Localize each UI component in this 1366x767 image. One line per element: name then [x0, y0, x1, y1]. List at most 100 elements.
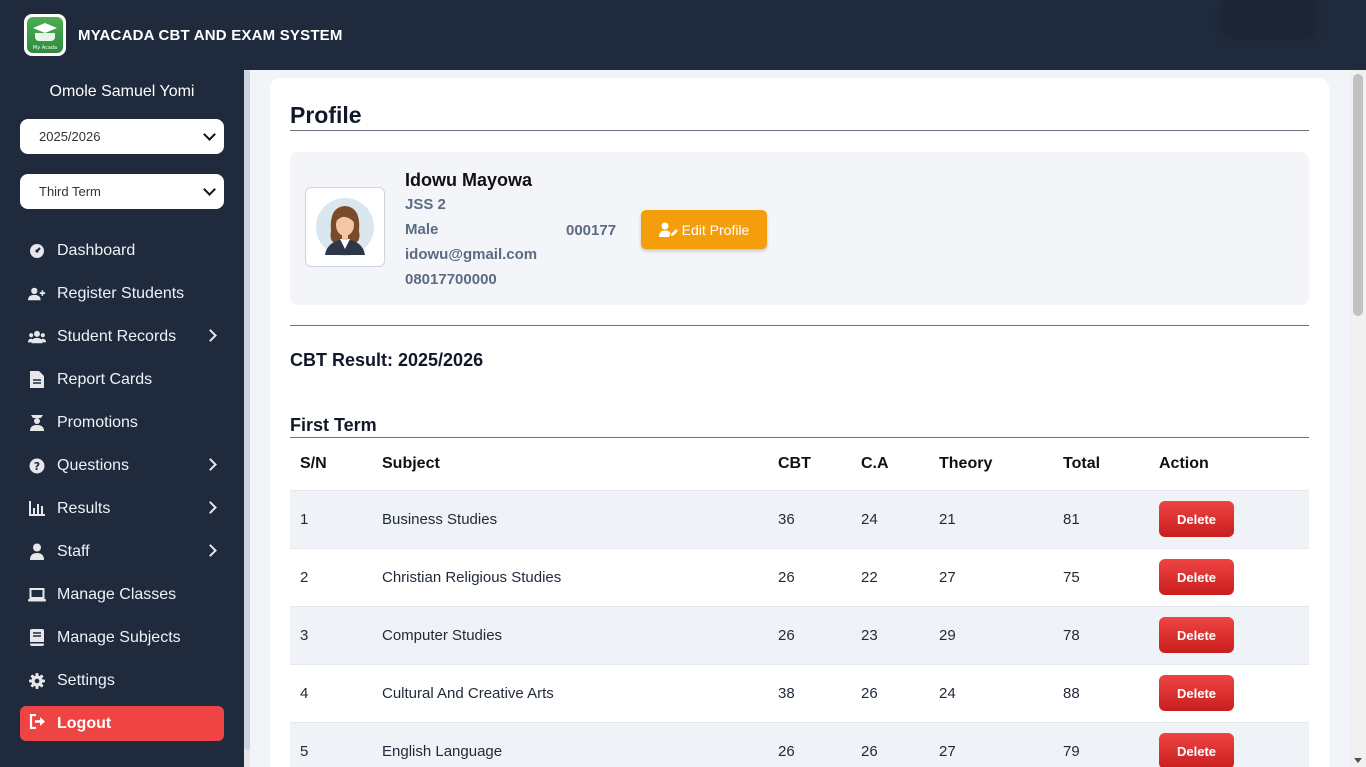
top-bar: My Acada MYACADA CBT AND EXAM SYSTEM	[0, 0, 1366, 70]
sidebar-item-label: Manage Subjects	[57, 628, 181, 646]
dashboard-icon	[28, 242, 46, 260]
student-class: JSS 2	[405, 196, 446, 213]
cell-action: Delete	[1149, 547, 1309, 606]
sidebar-scrollbar[interactable]	[244, 70, 250, 767]
header-user-button[interactable]	[1224, 2, 1314, 36]
sidebar-item-report-cards[interactable]: Report Cards	[20, 358, 224, 401]
student-id: 000177	[566, 222, 617, 239]
page-title: Profile	[290, 102, 362, 128]
title-divider	[290, 130, 1309, 131]
cell-sn: 3	[290, 605, 372, 664]
chevron-right-icon	[204, 329, 217, 342]
edit-profile-button[interactable]: Edit Profile	[641, 210, 767, 249]
cell-total: 75	[1053, 547, 1149, 606]
cell-ca: 23	[851, 605, 929, 664]
sidebar-item-results[interactable]: Results	[20, 487, 224, 530]
sidebar-item-dashboard[interactable]: Dashboard	[20, 229, 224, 272]
table-row: 4 Cultural And Creative Arts 38 26 24 88…	[290, 663, 1309, 722]
logout-label: Logout	[57, 714, 112, 732]
cell-cbt: 26	[768, 605, 851, 664]
cell-subject: English Language	[372, 721, 768, 767]
chevron-right-icon	[204, 501, 217, 514]
sidebar-item-label: Register Students	[57, 284, 185, 302]
question-icon: ?	[28, 457, 46, 475]
sidebar-nav: Dashboard Register Students Student Reco…	[20, 229, 224, 702]
delete-button[interactable]: Delete	[1159, 559, 1234, 595]
term-select-value: Third Term	[39, 184, 101, 199]
column-header: Theory	[939, 454, 993, 472]
sidebar-item-settings[interactable]: Settings	[20, 659, 224, 702]
term-title: First Term	[290, 415, 377, 435]
avatar-icon	[316, 198, 374, 256]
gear-icon	[28, 672, 46, 690]
cell-total: 79	[1053, 721, 1149, 767]
session-select[interactable]: 2025/2026	[20, 119, 224, 154]
cell-theory: 27	[929, 547, 1053, 606]
sidebar-item-label: Staff	[57, 542, 90, 560]
scrollbar-thumb[interactable]	[1353, 74, 1363, 316]
session-select-value: 2025/2026	[39, 129, 101, 144]
cell-action: Delete	[1149, 721, 1309, 767]
sidebar-item-staff[interactable]: Staff	[20, 530, 224, 573]
logout-button[interactable]: Logout	[20, 706, 224, 741]
app-logo[interactable]: My Acada	[24, 14, 66, 56]
term-select[interactable]: Third Term	[20, 174, 224, 209]
app-title: MYACADA CBT AND EXAM SYSTEM	[78, 26, 343, 44]
delete-button[interactable]: Delete	[1159, 501, 1234, 537]
scroll-down-arrow-icon[interactable]	[1354, 758, 1362, 763]
cell-subject: Business Studies	[372, 489, 768, 548]
person-icon	[28, 543, 46, 561]
cell-action: Delete	[1149, 605, 1309, 664]
cell-ca: 24	[851, 489, 929, 548]
delete-button[interactable]: Delete	[1159, 733, 1234, 767]
column-header: S/N	[300, 454, 327, 472]
sidebar-item-label: Settings	[57, 671, 115, 689]
edit-profile-label: Edit Profile	[681, 221, 750, 238]
cell-total: 81	[1053, 489, 1149, 548]
sidebar-item-manage-subjects[interactable]: Manage Subjects	[20, 616, 224, 659]
user-plus-icon	[28, 285, 46, 303]
user-edit-icon	[658, 222, 678, 237]
delete-button[interactable]: Delete	[1159, 617, 1234, 653]
sidebar-item-label: Results	[57, 499, 111, 517]
sidebar-item-promotions[interactable]: Promotions	[20, 401, 224, 444]
svg-text:?: ?	[34, 460, 40, 473]
student-phone: 08017700000	[405, 271, 497, 288]
column-header: C.A	[861, 454, 889, 472]
page-scrollbar[interactable]	[1350, 70, 1366, 767]
profile-summary: Idowu Mayowa JSS 2 Male idowu@gmail.com …	[290, 152, 1309, 305]
student-name: Idowu Mayowa	[405, 170, 533, 190]
table-row: 5 English Language 26 26 27 79 Delete	[290, 721, 1309, 767]
sidebar-item-label: Manage Classes	[57, 585, 177, 603]
delete-button[interactable]: Delete	[1159, 675, 1234, 711]
sidebar-item-questions[interactable]: ? Questions	[20, 444, 224, 487]
book-icon	[28, 629, 46, 647]
sidebar-item-manage-classes[interactable]: Manage Classes	[20, 573, 224, 616]
cell-cbt: 26	[768, 547, 851, 606]
avatar	[305, 187, 385, 267]
cell-theory: 27	[929, 721, 1053, 767]
table-row: 3 Computer Studies 26 23 29 78 Delete	[290, 605, 1309, 664]
sidebar-item-register-students[interactable]: Register Students	[20, 272, 224, 315]
cell-cbt: 26	[768, 721, 851, 767]
cell-theory: 24	[929, 663, 1053, 722]
sidebar-user-name: Omole Samuel Yomi	[49, 83, 195, 100]
table-header-row: S/N Subject CBT C.A Theory Total Action	[290, 438, 1309, 490]
cell-subject: Computer Studies	[372, 605, 768, 664]
table-row: 1 Business Studies 36 24 21 81 Delete	[290, 489, 1309, 548]
chevron-right-icon	[204, 458, 217, 471]
cbt-result-title: CBT Result: 2025/2026	[290, 350, 484, 370]
sidebar-item-label: Promotions	[57, 413, 138, 431]
chevron-right-icon	[204, 544, 217, 557]
logout-icon	[29, 713, 46, 734]
cell-total: 78	[1053, 605, 1149, 664]
document-icon	[28, 371, 46, 389]
cell-sn: 2	[290, 547, 372, 606]
cell-sn: 1	[290, 489, 372, 548]
chevron-down-icon	[203, 182, 216, 196]
laptop-icon	[28, 586, 46, 604]
cell-cbt: 36	[768, 489, 851, 548]
column-header: Action	[1159, 454, 1209, 472]
student-email: idowu@gmail.com	[405, 246, 538, 263]
sidebar-item-student-records[interactable]: Student Records	[20, 315, 224, 358]
